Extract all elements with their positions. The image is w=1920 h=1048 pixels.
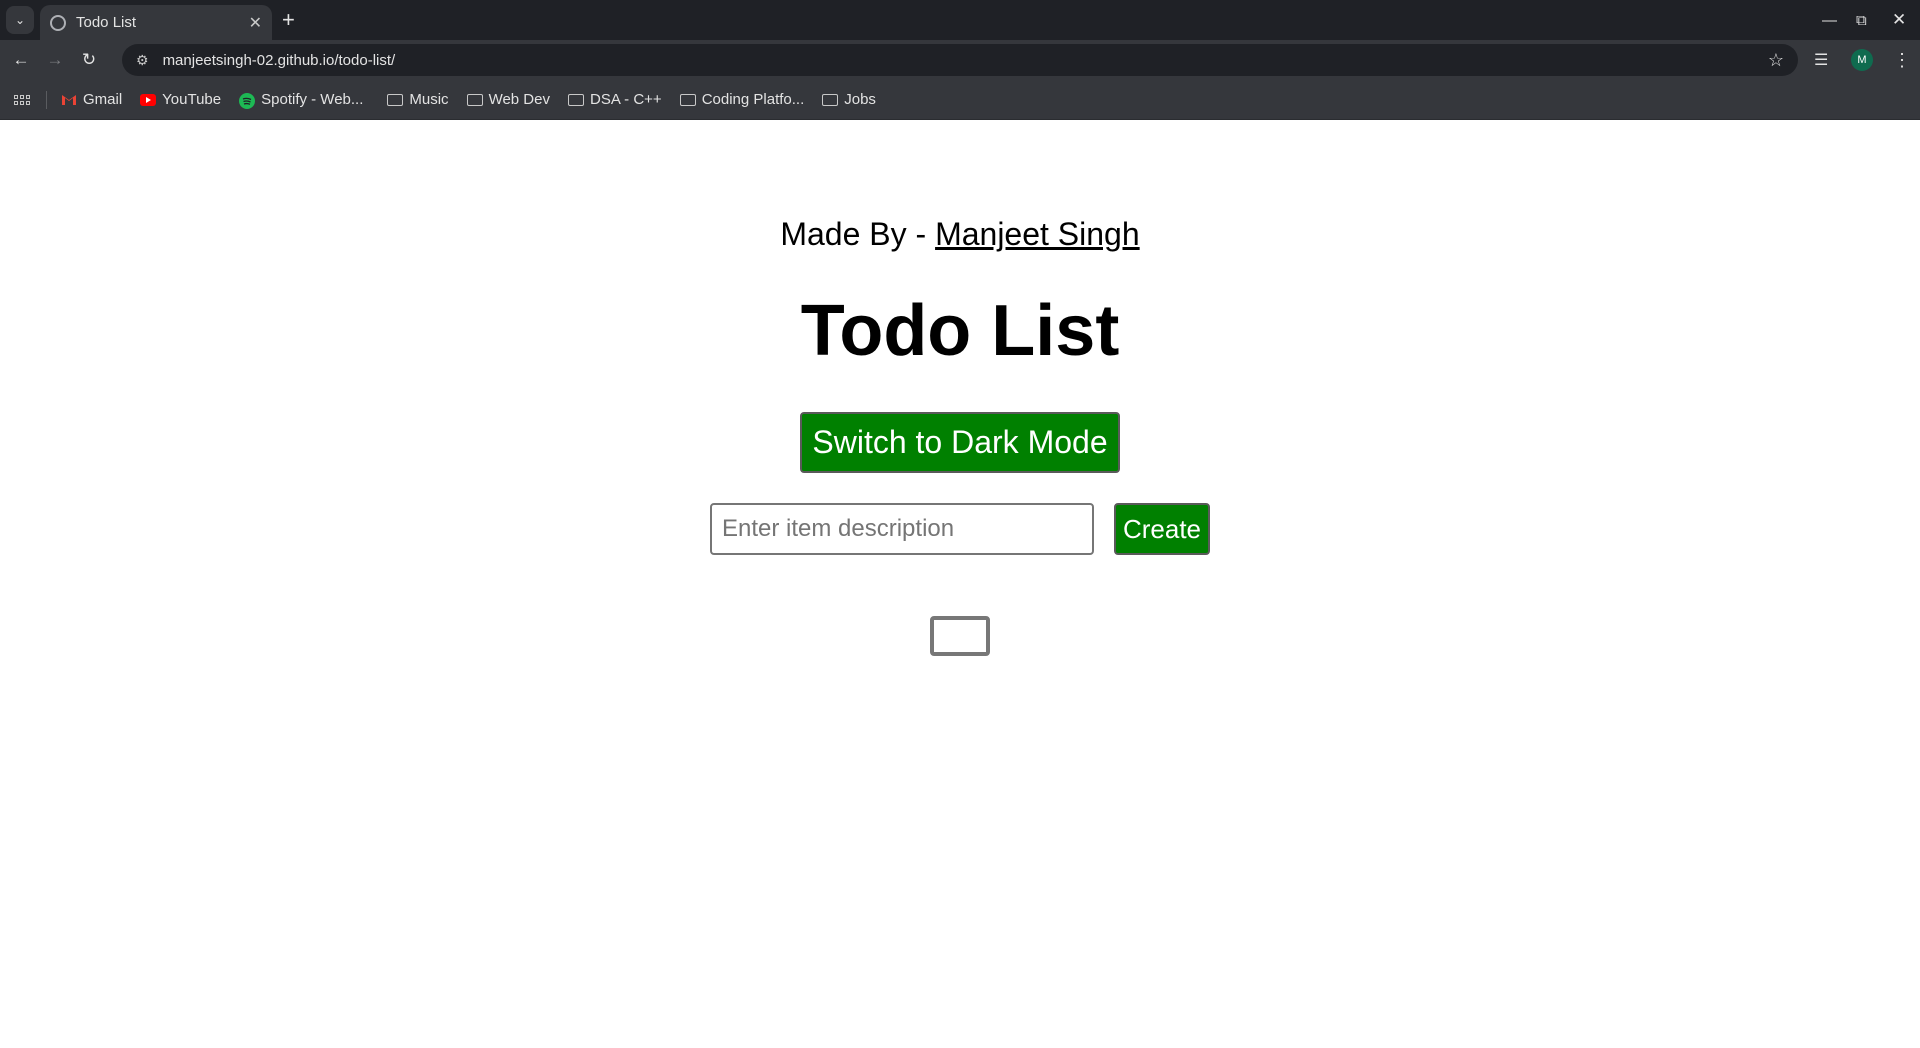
tab-strip: ⌄ Todo List ✕ + — ⧉ ✕: [0, 0, 1920, 40]
page-title: Todo List: [800, 291, 1120, 371]
folder-icon: [567, 93, 584, 106]
menu-icon[interactable]: ⋮: [1893, 40, 1911, 80]
bookmark-label: Gmail: [83, 91, 123, 108]
forward-icon[interactable]: →: [38, 43, 72, 77]
profile-wrapper: M: [1851, 40, 1873, 80]
todo-list-container: [930, 616, 990, 656]
spotify-icon: [239, 92, 256, 109]
item-description-input[interactable]: [710, 503, 1094, 555]
address-bar[interactable]: ⚙ manjeetsingh-02.github.io/todo-list/ ☆: [122, 44, 1798, 76]
divider: [46, 90, 47, 109]
made-by-line: Made By - Manjeet Singh: [0, 216, 1920, 253]
page-content: Made By - Manjeet Singh Todo List Switch…: [0, 120, 1920, 1048]
close-window-icon[interactable]: ✕: [1892, 0, 1906, 40]
dark-mode-toggle-button[interactable]: Switch to Dark Mode: [800, 412, 1120, 473]
bookmark-label: Spotify - Web...: [261, 91, 364, 108]
active-tab[interactable]: Todo List ✕: [40, 5, 272, 40]
made-by-prefix: Made By -: [780, 216, 936, 252]
reload-icon[interactable]: ↻: [72, 43, 106, 77]
media-controls-icon[interactable]: ☰: [1814, 40, 1828, 80]
bookmark-folder-coding-platforms[interactable]: Coding Platfo...: [679, 91, 805, 108]
bookmark-folder-web-dev[interactable]: Web Dev: [466, 91, 550, 108]
create-button[interactable]: Create: [1114, 503, 1210, 555]
bookmarks-bar: Gmail YouTube Spotify - Web... Music Web…: [0, 80, 1920, 120]
bookmark-folder-jobs[interactable]: Jobs: [822, 91, 876, 108]
bookmark-label: DSA - C++: [589, 91, 662, 108]
bookmark-label: Coding Platfo...: [701, 91, 805, 108]
gmail-icon: [61, 93, 77, 107]
folder-icon: [466, 93, 483, 106]
bookmark-label: YouTube: [162, 91, 222, 108]
youtube-icon: [140, 93, 157, 107]
bookmark-label: Jobs: [844, 91, 876, 108]
close-tab-icon[interactable]: ✕: [249, 13, 262, 33]
bookmark-folder-music[interactable]: Music: [387, 91, 449, 108]
url-text[interactable]: manjeetsingh-02.github.io/todo-list/: [163, 52, 1768, 69]
bookmark-spotify[interactable]: Spotify - Web...: [239, 91, 364, 109]
restore-icon[interactable]: ⧉: [1856, 0, 1867, 40]
folder-icon: [679, 93, 696, 106]
bookmark-label: Web Dev: [488, 91, 550, 108]
tab-search-button[interactable]: ⌄: [6, 6, 34, 34]
browser-toolbar: ← → ↻ ⚙ manjeetsingh-02.github.io/todo-l…: [0, 40, 1920, 80]
profile-avatar[interactable]: M: [1851, 49, 1873, 71]
tab-title: Todo List: [76, 14, 137, 31]
bookmark-gmail[interactable]: Gmail: [61, 91, 122, 108]
bookmark-youtube[interactable]: YouTube: [140, 91, 221, 108]
bookmark-star-icon[interactable]: ☆: [1768, 50, 1784, 71]
bookmark-label: Music: [409, 91, 449, 108]
globe-icon: [50, 14, 66, 31]
apps-icon[interactable]: [14, 94, 30, 105]
folder-icon: [822, 93, 839, 106]
new-tab-button[interactable]: +: [282, 8, 295, 32]
back-icon[interactable]: ←: [4, 43, 38, 77]
minimize-icon[interactable]: —: [1822, 0, 1837, 40]
folder-icon: [387, 93, 404, 106]
author-link[interactable]: Manjeet Singh: [935, 216, 1140, 252]
bookmark-folder-dsa[interactable]: DSA - C++: [567, 91, 662, 108]
site-info-icon[interactable]: ⚙: [136, 52, 149, 69]
